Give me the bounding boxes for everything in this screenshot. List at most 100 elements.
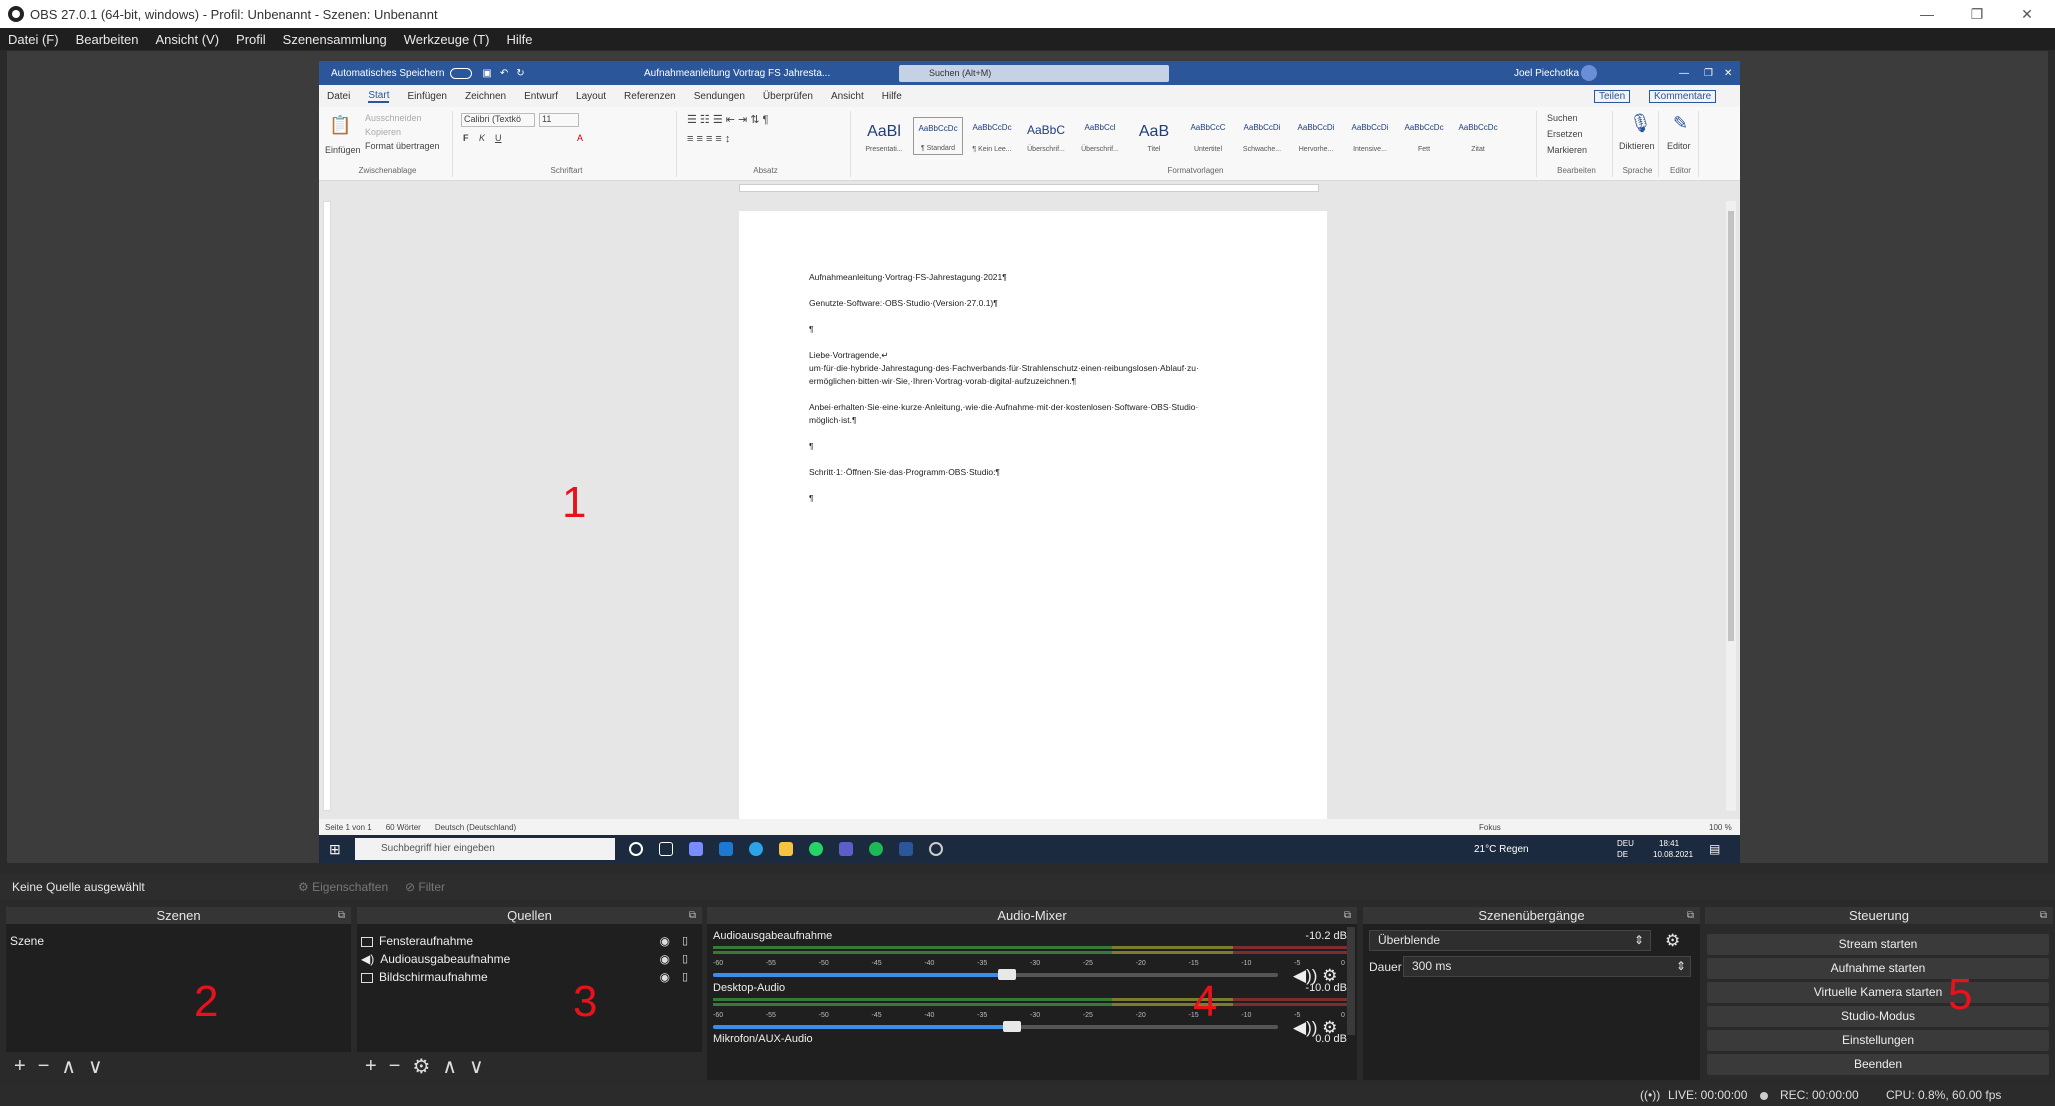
word-count[interactable]: 60 Wörter: [386, 823, 421, 832]
move-down-icon[interactable]: ∨: [88, 1054, 103, 1079]
undo-icon[interactable]: ↶: [500, 68, 508, 79]
scene-item[interactable]: Szene: [10, 933, 44, 950]
font-name-select[interactable]: Calibri (Textkö: [461, 113, 535, 127]
find-button[interactable]: Suchen: [1547, 113, 1578, 123]
copy-button[interactable]: Kopieren: [365, 127, 401, 137]
edge-icon[interactable]: [749, 842, 763, 856]
spotify-icon[interactable]: [869, 842, 883, 856]
mute-speaker-icon[interactable]: ◀)): [1293, 1018, 1317, 1037]
transition-select[interactable]: Überblende ⇕: [1369, 930, 1651, 951]
style-preset[interactable]: AaBbCcC Untertitel: [1183, 117, 1233, 155]
style-preset[interactable]: AaBbCcDc ¶ Kein Lee...: [967, 117, 1017, 155]
keyboard-lang-2[interactable]: DE: [1617, 850, 1628, 859]
source-settings-icon[interactable]: ⚙: [412, 1054, 430, 1079]
cortana-icon[interactable]: [629, 842, 643, 856]
tab-hilfe[interactable]: Hilfe: [882, 91, 902, 102]
menu-file[interactable]: Datei (F): [8, 32, 59, 47]
document-page[interactable]: Aufnahmeanleitung·Vortrag·FS-Jahrestagun…: [739, 211, 1327, 826]
user-avatar[interactable]: [1581, 65, 1597, 81]
captured-word-window[interactable]: Automatisches Speichern ▣ ↶ ↻ Aufnahmean…: [319, 61, 1740, 863]
style-preset[interactable]: AaBbCcDc Fett: [1399, 117, 1449, 155]
volume-knob[interactable]: [1003, 1021, 1022, 1032]
tab-datei[interactable]: Datei: [327, 91, 350, 102]
comments-button[interactable]: Kommentare: [1649, 89, 1717, 103]
source-item[interactable]: Fensteraufnahme ◉ ▯: [361, 933, 698, 950]
tab-start[interactable]: Start: [368, 90, 390, 103]
windows-start-icon[interactable]: ⊞: [329, 841, 341, 858]
style-preset[interactable]: AaBbCcDc ¶ Standard: [913, 117, 963, 155]
tab-einfuegen[interactable]: Einfügen: [407, 91, 446, 102]
minimize-icon[interactable]: —: [1905, 0, 1949, 28]
dock-float-icon[interactable]: ⧉: [689, 907, 696, 924]
word-search-box[interactable]: Suchen (Alt+M): [899, 65, 1169, 82]
style-preset[interactable]: AaBbCcDi Hervorhe...: [1291, 117, 1341, 155]
teams-icon[interactable]: [839, 842, 853, 856]
task-view-icon[interactable]: [659, 842, 673, 856]
style-preset[interactable]: AaBbCcDi Schwache...: [1237, 117, 1287, 155]
studio-mode-button[interactable]: Studio-Modus: [1707, 1006, 2049, 1027]
tab-ueberpruefen[interactable]: Überprüfen: [763, 91, 813, 102]
word-minimize-icon[interactable]: —: [1679, 68, 1689, 79]
volume-knob[interactable]: [997, 969, 1016, 980]
keyboard-lang[interactable]: DEU: [1617, 839, 1634, 848]
dock-float-icon[interactable]: ⧉: [2040, 907, 2047, 924]
mixer-scrollbar[interactable]: [1347, 927, 1355, 1035]
notification-icon[interactable]: ▤: [1709, 842, 1720, 856]
obs-taskbar-icon[interactable]: [929, 842, 943, 856]
app-icon-1[interactable]: [689, 842, 703, 856]
spin-arrows-icon[interactable]: ⇕: [1676, 957, 1686, 976]
add-source-icon[interactable]: +: [365, 1055, 377, 1078]
lock-icon[interactable]: ▯: [682, 933, 688, 950]
add-scene-icon[interactable]: +: [14, 1055, 26, 1078]
italic-button[interactable]: K: [479, 133, 485, 143]
source-item[interactable]: Bildschirmaufnahme ◉ ▯: [361, 969, 698, 986]
word-scroll-thumb[interactable]: [1728, 211, 1734, 641]
menu-view[interactable]: Ansicht (V): [155, 32, 219, 47]
underline-button[interactable]: U: [495, 133, 502, 143]
microphone-icon[interactable]: 🎙: [1629, 113, 1652, 134]
dock-float-icon[interactable]: ⧉: [1344, 907, 1351, 924]
menu-help[interactable]: Hilfe: [506, 32, 532, 47]
style-preset[interactable]: AaB Titel: [1129, 117, 1179, 155]
visibility-eye-icon[interactable]: ◉: [660, 969, 670, 986]
menu-tools[interactable]: Werkzeuge (T): [404, 32, 490, 47]
menu-profile[interactable]: Profil: [236, 32, 266, 47]
remove-scene-icon[interactable]: −: [38, 1055, 50, 1078]
filter-button[interactable]: ⊘ Filter: [405, 880, 445, 894]
start-virtual-camera-button[interactable]: Virtuelle Kamera starten: [1707, 982, 2049, 1003]
zoom-level[interactable]: 100 %: [1709, 823, 1732, 832]
tab-referenzen[interactable]: Referenzen: [624, 91, 676, 102]
focus-mode[interactable]: Fokus: [1479, 823, 1501, 832]
replace-button[interactable]: Ersetzen: [1547, 129, 1583, 139]
move-up-icon[interactable]: ∧: [61, 1054, 76, 1079]
style-preset[interactable]: AaBbCcDc Zitat: [1453, 117, 1503, 155]
select-button[interactable]: Markieren: [1547, 145, 1587, 155]
word-scrollbar[interactable]: [1726, 201, 1736, 811]
start-recording-button[interactable]: Aufnahme starten: [1707, 958, 2049, 979]
share-button[interactable]: Teilen: [1594, 89, 1631, 103]
tab-entwurf[interactable]: Entwurf: [524, 91, 558, 102]
lock-icon[interactable]: ▯: [682, 951, 688, 968]
start-stream-button[interactable]: Stream starten: [1707, 934, 2049, 955]
tab-zeichnen[interactable]: Zeichnen: [465, 91, 506, 102]
exit-button[interactable]: Beenden: [1707, 1054, 2049, 1075]
taskbar-search[interactable]: Suchbegriff hier eingeben: [355, 838, 615, 860]
tab-layout[interactable]: Layout: [576, 91, 606, 102]
align-buttons[interactable]: ≡ ≡ ≡ ≡ ↕: [687, 133, 730, 145]
tab-sendungen[interactable]: Sendungen: [694, 91, 745, 102]
menu-scene-collection[interactable]: Szenensammlung: [283, 32, 387, 47]
visibility-eye-icon[interactable]: ◉: [660, 933, 670, 950]
close-icon[interactable]: ✕: [2005, 0, 2049, 28]
remove-source-icon[interactable]: −: [389, 1055, 401, 1078]
editor-icon[interactable]: ✎: [1673, 113, 1688, 134]
editor-button[interactable]: Editor: [1667, 141, 1691, 151]
bold-button[interactable]: F: [463, 133, 469, 143]
explorer-icon[interactable]: [779, 842, 793, 856]
style-preset[interactable]: AaBbCcl Überschrif...: [1075, 117, 1125, 155]
move-down-icon[interactable]: ∨: [469, 1054, 484, 1079]
list-buttons[interactable]: ☰ ☷ ☰ ⇤ ⇥ ⇅ ¶: [687, 113, 768, 126]
language[interactable]: Deutsch (Deutschland): [435, 823, 516, 832]
style-preset[interactable]: AaBbCcDi Intensive...: [1345, 117, 1395, 155]
style-preset[interactable]: AaBbC Überschrif...: [1021, 117, 1071, 155]
transition-settings-icon[interactable]: ⚙: [1665, 931, 1680, 951]
